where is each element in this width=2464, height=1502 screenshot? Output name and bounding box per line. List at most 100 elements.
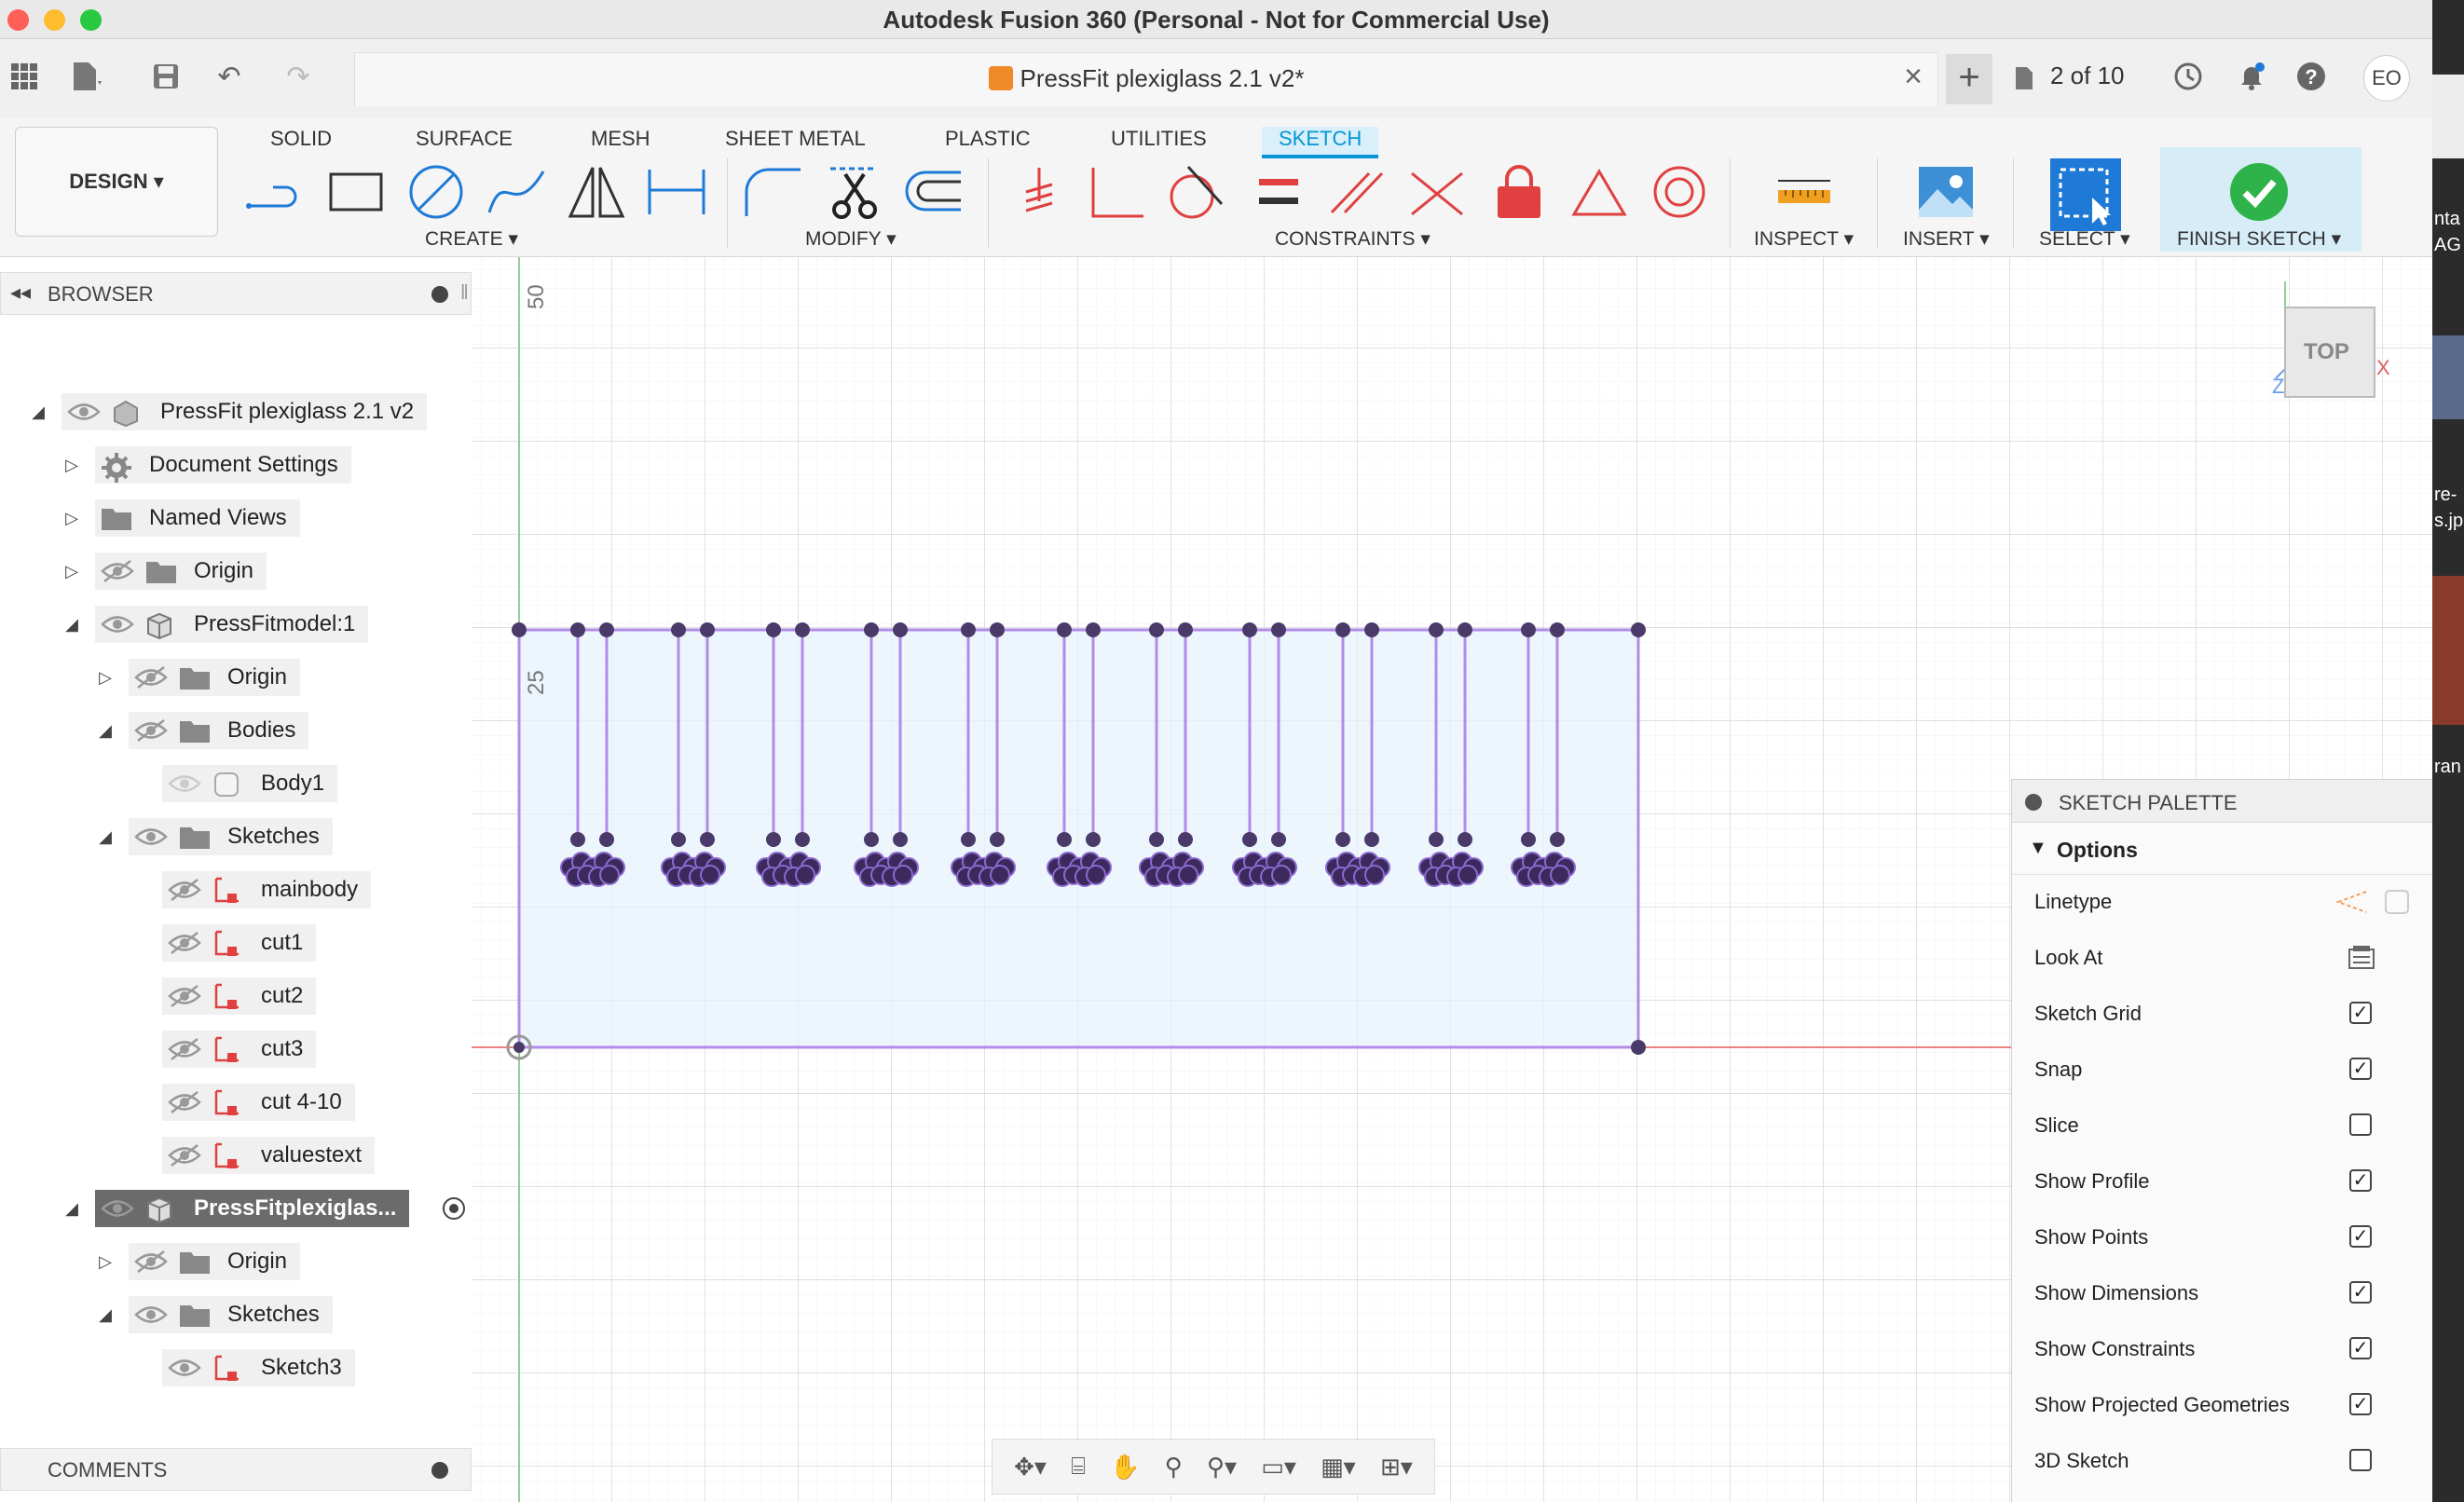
collapsed-triangle-icon[interactable]: ▷ [95, 668, 116, 688]
undo-icon[interactable]: ↶ [211, 58, 248, 95]
palette-option-row[interactable]: Show Dimensions ✓ [2012, 1266, 2432, 1322]
user-avatar[interactable]: EO [2363, 55, 2410, 102]
measure-tool-icon[interactable] [1771, 158, 1838, 225]
browser-resize-icon[interactable]: ‖ [460, 280, 469, 305]
browser-item[interactable]: ▷ Document Settings [62, 446, 351, 484]
symmetry-constraint-icon[interactable] [1566, 158, 1633, 225]
line-tool-icon[interactable] [242, 158, 309, 225]
collapsed-triangle-icon[interactable]: ▷ [62, 456, 82, 475]
close-tab-icon[interactable]: × [1904, 59, 1923, 95]
palette-option-row[interactable]: Sketch Grid ✓ [2012, 987, 2432, 1043]
modify-group-label[interactable]: MODIFY ▾ [805, 227, 897, 251]
select-group-label[interactable]: SELECT ▾ [2039, 227, 2130, 251]
visibility-hidden-icon[interactable] [134, 665, 168, 690]
redo-icon[interactable]: ↷ [280, 58, 317, 95]
browser-item[interactable]: Sketch3 [129, 1349, 355, 1386]
perpendicular-constraint-icon[interactable] [1083, 158, 1150, 225]
visibility-hidden-icon[interactable] [168, 1037, 201, 1061]
viewports-icon[interactable]: ⊞▾ [1380, 1453, 1413, 1482]
notifications-icon[interactable] [2233, 58, 2270, 95]
constraints-group-label[interactable]: CONSTRAINTS ▾ [1275, 227, 1430, 251]
visibility-eye-icon[interactable] [168, 1356, 201, 1380]
expanded-triangle-icon[interactable]: ◢ [62, 1199, 82, 1219]
browser-item[interactable]: ▷ Origin [62, 553, 267, 590]
option-checkbox[interactable]: ✓ [2349, 1393, 2372, 1415]
look-at-icon[interactable]: ⌸ [1071, 1452, 1086, 1482]
tab-solid[interactable]: SOLID [270, 127, 332, 151]
option-checkbox[interactable]: ✓ [2349, 1337, 2372, 1359]
browser-item[interactable]: mainbody [129, 871, 372, 908]
concentric-constraint-icon[interactable] [1646, 158, 1713, 225]
insert-image-icon[interactable] [1912, 158, 1979, 225]
display-settings-icon[interactable]: ▭▾ [1261, 1453, 1296, 1482]
browser-pin-icon[interactable] [431, 286, 448, 303]
trim-tool-icon[interactable] [820, 158, 887, 225]
create-group-label[interactable]: CREATE ▾ [425, 227, 518, 251]
browser-item[interactable]: ◢ Sketches [95, 1296, 333, 1333]
visibility-hidden-icon[interactable] [168, 878, 201, 902]
palette-option-row[interactable]: Linetype [2012, 875, 2432, 931]
option-checkbox[interactable]: ✓ [2349, 1058, 2372, 1080]
palette-option-row[interactable]: 3D Sketch [2012, 1434, 2432, 1490]
browser-item[interactable]: ▷ Named Views [62, 499, 300, 537]
expanded-triangle-icon[interactable]: ◢ [95, 1305, 116, 1325]
browser-item[interactable]: cut1 [129, 924, 317, 962]
comments-add-icon[interactable] [431, 1462, 448, 1479]
orbit-icon[interactable]: ✥▾ [1014, 1453, 1047, 1482]
option-checkbox[interactable] [2349, 1113, 2372, 1136]
file-menu-icon[interactable] [67, 58, 104, 95]
tangent-constraint-icon[interactable] [1161, 158, 1228, 225]
option-checkbox[interactable] [2349, 1449, 2372, 1471]
option-checkbox[interactable]: ✓ [2349, 1281, 2372, 1304]
coincident-constraint-icon[interactable] [1006, 158, 1074, 225]
visibility-eye-icon[interactable] [101, 612, 134, 636]
browser-item[interactable]: ◢ Sketches [95, 818, 333, 855]
browser-item[interactable]: ◢ PressFitmodel:1 [62, 606, 369, 643]
save-icon[interactable] [147, 58, 185, 95]
workspace-switcher-button[interactable]: DESIGN ▾ [15, 127, 218, 237]
visibility-hidden-icon[interactable] [168, 931, 201, 955]
insert-group-label[interactable]: INSERT ▾ [1903, 227, 1990, 251]
tab-mesh[interactable]: MESH [591, 127, 650, 151]
palette-option-row[interactable]: Snap ✓ [2012, 1043, 2432, 1099]
job-status-icon[interactable] [2170, 58, 2207, 95]
visibility-eye-icon[interactable] [134, 825, 168, 849]
fit-icon[interactable]: ⚲▾ [1207, 1453, 1237, 1482]
centerline-linetype-icon[interactable] [2383, 888, 2411, 922]
visibility-hidden-icon[interactable] [168, 1143, 201, 1167]
browser-item[interactable]: cut3 [129, 1031, 317, 1068]
new-tab-button[interactable]: + [1946, 54, 1992, 104]
collapsed-triangle-icon[interactable]: ▷ [62, 509, 82, 528]
parallel-constraint-icon[interactable] [1323, 158, 1390, 225]
palette-option-row[interactable]: Slice [2012, 1099, 2432, 1154]
sketch-palette-header[interactable]: SKETCH PALETTE [2012, 780, 2432, 823]
browser-item[interactable]: Body1 [129, 765, 338, 802]
palette-collapse-icon[interactable] [2025, 794, 2042, 811]
options-section[interactable]: ▼ Options [2012, 823, 2432, 875]
palette-option-row[interactable]: Show Constraints ✓ [2012, 1322, 2432, 1378]
version-label[interactable]: 2 of 10 [2050, 61, 2125, 90]
spline-tool-icon[interactable] [483, 158, 550, 225]
browser-item[interactable]: ▷ Origin [95, 659, 301, 696]
palette-option-row[interactable]: Show Points ✓ [2012, 1210, 2432, 1266]
collapse-browser-icon[interactable]: ◂◂ [10, 280, 31, 305]
equal-constraint-icon[interactable] [1245, 158, 1312, 225]
view-cube[interactable]: TOP X Z [2272, 281, 2390, 403]
palette-option-row[interactable]: Look At [2012, 931, 2432, 987]
option-checkbox[interactable]: ✓ [2349, 1169, 2372, 1192]
finish-sketch-check-icon[interactable] [2225, 158, 2293, 225]
tab-utilities[interactable]: UTILITIES [1111, 127, 1207, 151]
visibility-eye-icon[interactable] [168, 771, 201, 796]
browser-item[interactable]: ◢ Bodies [95, 712, 309, 749]
collapsed-triangle-icon[interactable]: ▷ [62, 562, 82, 581]
fix-constraint-lock-icon[interactable] [1485, 158, 1553, 225]
browser-item[interactable]: ▷ Origin [95, 1243, 301, 1280]
rectangle-tool-icon[interactable] [322, 158, 390, 225]
tab-sketch[interactable]: SKETCH [1262, 127, 1379, 158]
browser-item[interactable]: ◢ PressFitplexiglas... [62, 1190, 466, 1227]
visibility-eye-icon[interactable] [101, 1196, 134, 1221]
construction-linetype-icon[interactable] [2334, 888, 2368, 922]
expanded-triangle-icon[interactable]: ◢ [95, 721, 116, 741]
collinear-constraint-icon[interactable] [1403, 158, 1471, 225]
zoom-icon[interactable]: ⚲ [1165, 1453, 1183, 1482]
